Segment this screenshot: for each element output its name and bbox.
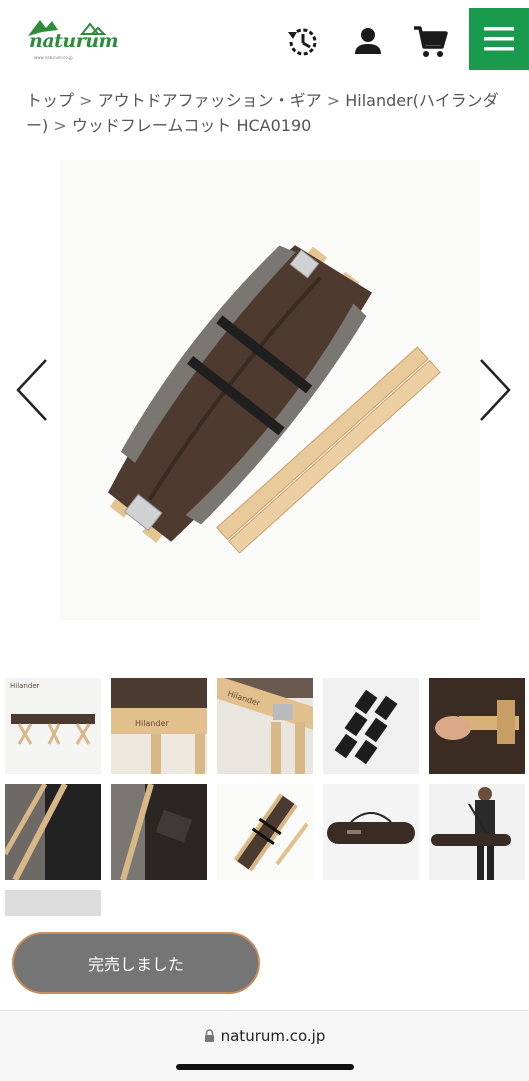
thumbnail-item[interactable]: Hilander: [5, 678, 101, 774]
thumbnail-brand-label: Hilander: [135, 719, 169, 728]
browser-address-bar[interactable]: naturum.co.jp: [0, 1010, 529, 1081]
next-image-button[interactable]: [475, 355, 515, 425]
breadcrumb-separator: >: [326, 91, 346, 110]
logo-subtext: www.naturum.co.jp: [34, 55, 73, 60]
site-logo[interactable]: naturum www.naturum.co.jp: [24, 16, 119, 62]
address-bar-url[interactable]: naturum.co.jp: [0, 1027, 529, 1045]
thumbnail-item[interactable]: [323, 678, 419, 774]
thumbnail-item[interactable]: [323, 784, 419, 880]
chevron-right-icon: [480, 359, 511, 421]
menu-icon: [484, 27, 514, 51]
breadcrumb-separator: >: [79, 91, 98, 110]
logo-text: naturum: [29, 30, 119, 52]
thumbnail-brand-label: Hilander: [10, 682, 40, 690]
thumbnail-item[interactable]: [111, 784, 207, 880]
thumbnail-item[interactable]: [217, 784, 313, 880]
sold-out-button[interactable]: 完売しました: [12, 932, 260, 994]
cart-icon[interactable]: [410, 22, 450, 62]
thumbnail-item[interactable]: [429, 678, 525, 774]
thumbnail-item[interactable]: Hilander: [217, 678, 313, 774]
site-header: naturum www.naturum.co.jp: [0, 0, 529, 80]
breadcrumb-product: ウッドフレームコット HCA0190: [71, 116, 312, 135]
url-text: naturum.co.jp: [220, 1027, 326, 1045]
main-product-image[interactable]: [0, 160, 529, 630]
breadcrumb-outdoor-fashion[interactable]: アウトドアファッション・ギア: [98, 91, 322, 110]
home-indicator[interactable]: [176, 1064, 354, 1070]
history-icon[interactable]: [283, 22, 323, 62]
prev-image-button[interactable]: [12, 355, 52, 425]
account-icon[interactable]: [348, 22, 388, 62]
thumbnail-item[interactable]: [5, 890, 101, 916]
menu-button[interactable]: [469, 8, 529, 70]
thumbnail-item[interactable]: [429, 784, 525, 880]
breadcrumb: トップ > アウトドアファッション・ギア > Hilander(ハイランダー) …: [26, 88, 506, 138]
breadcrumb-top[interactable]: トップ: [26, 91, 74, 110]
sold-out-label: 完売しました: [87, 955, 184, 974]
lock-icon: [204, 1029, 214, 1042]
chevron-left-icon: [16, 359, 47, 421]
breadcrumb-separator: >: [53, 116, 72, 135]
thumbnail-item[interactable]: [5, 784, 101, 880]
thumbnail-item[interactable]: Hilander: [111, 678, 207, 774]
